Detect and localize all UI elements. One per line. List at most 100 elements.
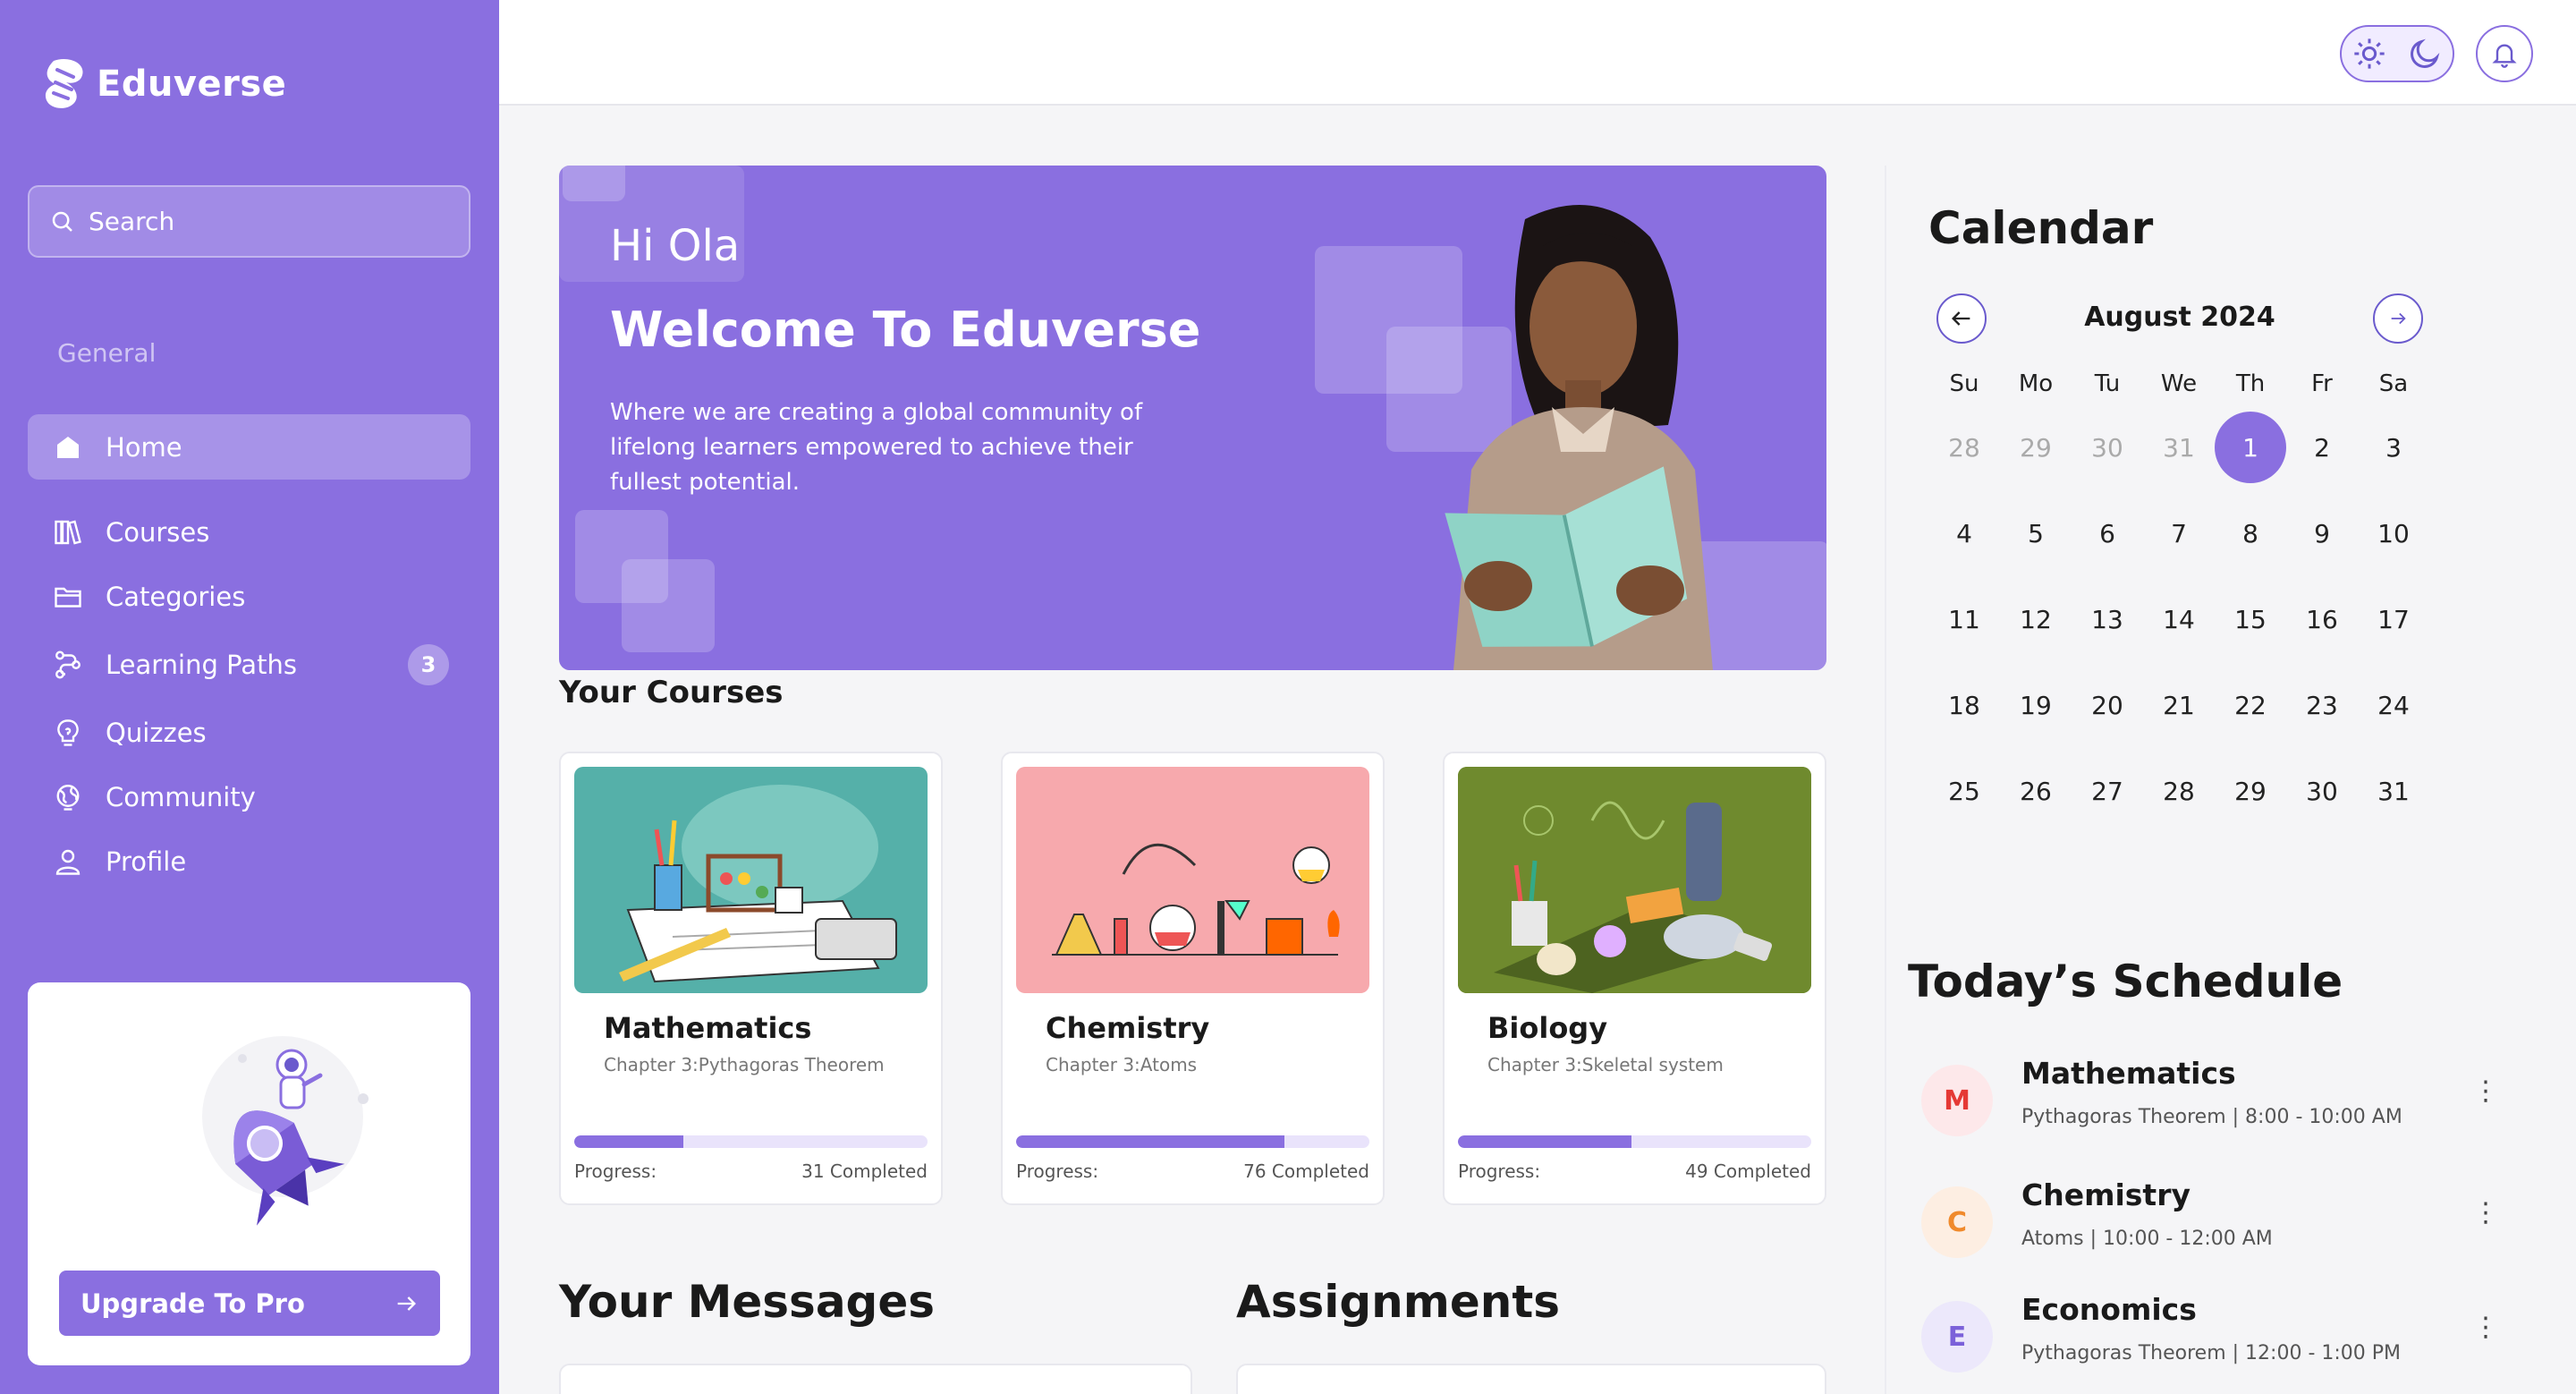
calendar-day[interactable]: 27 (2072, 777, 2143, 806)
course-progress-bar (1016, 1135, 1369, 1148)
calendar-day[interactable]: 2 (2286, 433, 2358, 463)
calendar-day[interactable]: 10 (2358, 519, 2429, 548)
calendar-day[interactable]: 5 (2000, 519, 2072, 548)
schedule-course-name: Economics (2021, 1292, 2197, 1327)
schedule-avatar: C (1921, 1186, 1993, 1258)
moon-icon[interactable] (2407, 36, 2443, 72)
schedule-avatar: E (1921, 1301, 1993, 1373)
course-chapter: Chapter 3:Atoms (1046, 1054, 1198, 1075)
calendar-week: 11 12 13 14 15 16 17 (1928, 576, 2429, 662)
calendar-day[interactable]: 8 (2215, 519, 2286, 548)
hero-subtitle: Where we are creating a global community… (610, 399, 1143, 496)
schedule-item[interactable]: C Chemistry Atoms | 10:00 - 12:00 AM ⋮ (1921, 1177, 2499, 1276)
calendar-day[interactable]: 13 (2072, 605, 2143, 634)
calendar-prev-button[interactable] (1936, 293, 1987, 344)
calendar-day[interactable]: 23 (2286, 691, 2358, 720)
sidebar-item-quizzes[interactable]: Quizzes (28, 700, 470, 765)
sidebar-item-home[interactable]: Home (28, 414, 470, 480)
theme-toggle[interactable] (2340, 25, 2454, 82)
calendar-day[interactable]: 22 (2215, 691, 2286, 720)
schedule-item[interactable]: M Mathematics Pythagoras Theorem | 8:00 … (1921, 1056, 2499, 1154)
calendar-day[interactable]: 4 (1928, 519, 2000, 548)
calendar-next-button[interactable] (2373, 293, 2423, 344)
search-box[interactable] (28, 185, 470, 258)
calendar-day[interactable]: 20 (2072, 691, 2143, 720)
calendar-day[interactable]: 29 (2000, 433, 2072, 463)
decor-square (622, 559, 715, 652)
course-progress-bar (574, 1135, 928, 1148)
calendar-day[interactable]: 30 (2286, 777, 2358, 806)
schedule-avatar: M (1921, 1065, 1993, 1136)
upgrade-to-pro-button[interactable]: Upgrade To Pro (59, 1271, 440, 1336)
avatar-initial: C (1946, 1206, 1968, 1238)
calendar-day[interactable]: 28 (1928, 433, 2000, 463)
course-card-mathematics[interactable]: Mathematics Chapter 3:Pythagoras Theorem… (559, 752, 943, 1205)
calendar-week: 28 29 30 31 1 2 3 (1928, 404, 2429, 490)
app-logo[interactable]: Eduverse (41, 57, 286, 111)
course-card-chemistry[interactable]: Chemistry Chapter 3:Atoms Progress: 76 C… (1001, 752, 1385, 1205)
calendar-day[interactable]: 9 (2286, 519, 2358, 548)
weekday-label: We (2160, 370, 2198, 397)
sidebar-item-categories[interactable]: Categories (28, 564, 470, 629)
calendar-day[interactable]: 21 (2143, 691, 2215, 720)
calendar-day[interactable]: 31 (2143, 433, 2215, 463)
sun-icon[interactable] (2351, 36, 2387, 72)
progress-completed: 76 Completed (1243, 1160, 1369, 1182)
sidebar-item-label: Courses (106, 516, 210, 548)
calendar-day[interactable]: 29 (2215, 777, 2286, 806)
sidebar-item-label: Learning Paths (106, 649, 297, 680)
course-title: Chemistry (1046, 1011, 1210, 1045)
calendar-day[interactable]: 24 (2358, 691, 2429, 720)
calendar-day[interactable]: 14 (2143, 605, 2215, 634)
arrow-right-icon (397, 1296, 416, 1311)
calendar-day[interactable]: 15 (2215, 605, 2286, 634)
calendar-day-selected[interactable]: 1 (2215, 412, 2286, 483)
calendar-day[interactable]: 11 (1928, 605, 2000, 634)
notifications-button[interactable] (2476, 25, 2533, 82)
rocket-astronaut-illustration (202, 1036, 369, 1226)
messages-heading: Your Messages (559, 1276, 936, 1328)
top-bar (499, 0, 2576, 106)
calendar-day[interactable]: 6 (2072, 519, 2143, 548)
home-icon (57, 436, 79, 458)
avatar-initial: E (1947, 1321, 1967, 1353)
calendar-day[interactable]: 28 (2143, 777, 2215, 806)
more-options-icon[interactable]: ⋮ (2472, 1197, 2499, 1228)
weekday-label: Tu (2094, 370, 2121, 397)
search-input[interactable] (89, 207, 428, 236)
math-illustration (619, 785, 897, 983)
calendar-day[interactable]: 26 (2000, 777, 2072, 806)
calendar-day[interactable]: 31 (2358, 777, 2429, 806)
route-icon (55, 650, 80, 678)
calendar-day[interactable]: 25 (1928, 777, 2000, 806)
globe-icon (56, 784, 80, 811)
calendar-day[interactable]: 7 (2143, 519, 2215, 548)
sidebar-item-learning-paths[interactable]: Learning Paths 3 (28, 632, 470, 697)
avatar-initial: M (1944, 1084, 1970, 1117)
calendar-day[interactable]: 17 (2358, 605, 2429, 634)
assignments-panel (1236, 1364, 1826, 1394)
sidebar-item-profile[interactable]: Profile (28, 829, 470, 894)
folder-icon (55, 587, 81, 608)
nav-section-label: General (57, 338, 157, 368)
more-options-icon[interactable]: ⋮ (2472, 1075, 2499, 1107)
selected-day-label: 1 (2215, 412, 2286, 483)
sidebar-item-courses[interactable]: Courses (28, 499, 470, 565)
calendar-day[interactable]: 3 (2358, 433, 2429, 463)
sidebar-item-community[interactable]: Community (28, 764, 470, 829)
course-image (1458, 767, 1811, 993)
calendar-day[interactable]: 19 (2000, 691, 2072, 720)
schedule-item[interactable]: E Economics Pythagoras Theorem | 12:00 -… (1921, 1292, 2499, 1390)
calendar-day[interactable]: 30 (2072, 433, 2143, 463)
welcome-banner: Hi Ola Welcome To Eduverse Where we are … (559, 166, 1826, 670)
sidebar: Eduverse General Home Courses Categories… (0, 0, 499, 1394)
more-options-icon[interactable]: ⋮ (2472, 1312, 2499, 1343)
hero-greeting: Hi Ola (610, 221, 741, 271)
course-title: Biology (1487, 1011, 1608, 1045)
course-card-biology[interactable]: Biology Chapter 3:Skeletal system Progre… (1443, 752, 1826, 1205)
calendar-day[interactable]: 16 (2286, 605, 2358, 634)
calendar-day[interactable]: 18 (1928, 691, 2000, 720)
calendar-day[interactable]: 12 (2000, 605, 2072, 634)
search-icon (52, 211, 72, 232)
user-icon (55, 849, 80, 875)
